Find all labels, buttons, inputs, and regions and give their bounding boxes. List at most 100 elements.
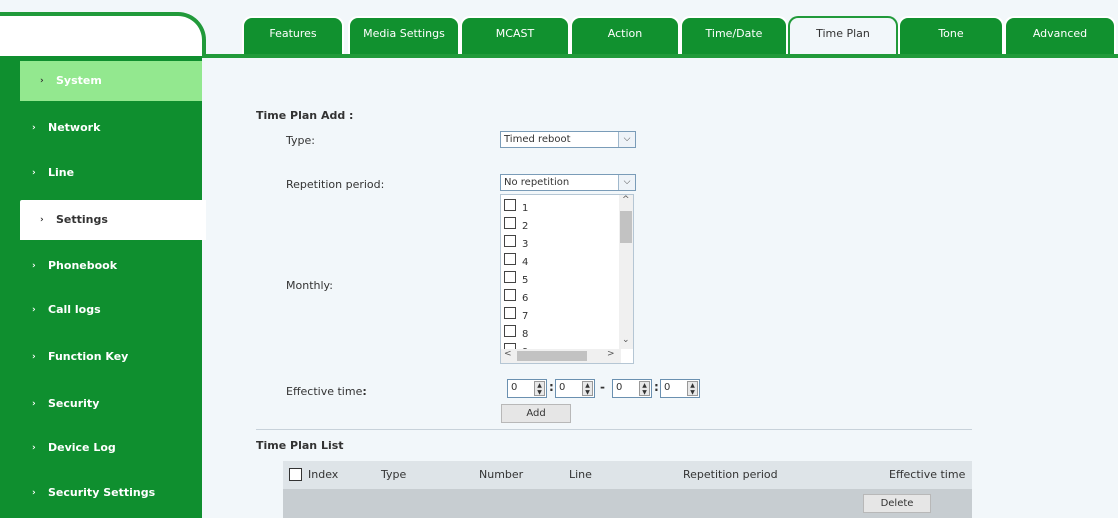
day-checkbox[interactable]: [504, 307, 516, 319]
select-all-checkbox[interactable]: [289, 468, 302, 481]
start-hour-spinner[interactable]: 0 ▲ ▼: [507, 379, 547, 398]
column-header-index: Index: [308, 468, 339, 481]
add-button[interactable]: Add: [501, 404, 571, 423]
sidebar-item-settings[interactable]: › Settings: [20, 200, 206, 240]
scroll-down-icon[interactable]: ⌄: [622, 335, 630, 345]
chevron-right-icon: ›: [32, 168, 36, 178]
sidebar-item-device-log[interactable]: › Device Log: [0, 428, 202, 468]
sidebar-item-label: Function Key: [48, 350, 129, 363]
column-header-line: Line: [569, 468, 592, 481]
tab-mcast[interactable]: MCAST: [460, 16, 570, 58]
chevron-right-icon: ›: [32, 305, 36, 315]
chevron-right-icon: ›: [32, 443, 36, 453]
chevron-right-icon: ›: [40, 215, 44, 225]
spin-arrows-icon[interactable]: ▲ ▼: [639, 381, 650, 396]
type-select-value: Timed reboot: [504, 134, 571, 145]
sidebar-item-security-settings[interactable]: › Security Settings: [0, 473, 202, 513]
column-header-number: Number: [479, 468, 524, 481]
start-minute-spinner[interactable]: 0 ▲ ▼: [555, 379, 595, 398]
day-checkbox[interactable]: [504, 217, 516, 229]
effective-time-label: Effective time:: [286, 385, 367, 398]
sidebar-item-security[interactable]: › Security: [0, 384, 202, 424]
effective-time-text: Effective time: [286, 385, 363, 398]
sidebar-item-label: Security Settings: [48, 486, 156, 499]
chevron-right-icon: ›: [32, 123, 36, 133]
day-checkbox[interactable]: [504, 199, 516, 211]
tab-action[interactable]: Action: [570, 16, 680, 58]
tab-time-date[interactable]: Time/Date: [680, 16, 788, 58]
tab-tone[interactable]: Tone: [898, 16, 1004, 58]
chevron-down-icon: ⌵: [618, 132, 635, 147]
sidebar-header: [0, 12, 206, 58]
sidebar-item-label: Settings: [56, 213, 108, 226]
column-header-repetition-period: Repetition period: [683, 468, 778, 481]
sidebar-item-call-logs[interactable]: › Call logs: [0, 290, 202, 330]
time-dash: -: [600, 380, 605, 394]
scroll-thumb[interactable]: [620, 211, 632, 243]
sidebar-item-system[interactable]: › System: [20, 61, 202, 101]
day-checkbox[interactable]: [504, 325, 516, 337]
sidebar-item-label: System: [56, 74, 102, 87]
start-minute-value: 0: [559, 382, 566, 393]
start-hour-value: 0: [511, 382, 518, 393]
type-label: Type:: [286, 134, 315, 147]
sidebar-item-line[interactable]: › Line: [0, 153, 202, 193]
tab-media-settings[interactable]: Media Settings: [348, 16, 460, 58]
sidebar-item-network[interactable]: › Network: [0, 108, 202, 148]
type-select[interactable]: Timed reboot ⌵: [500, 131, 636, 148]
spin-arrows-icon[interactable]: ▲ ▼: [534, 381, 545, 396]
repetition-period-select[interactable]: No repetition ⌵: [500, 174, 636, 191]
day-checkbox[interactable]: [504, 271, 516, 283]
day-checkbox[interactable]: [504, 235, 516, 247]
column-header-type: Type: [381, 468, 407, 481]
main-content: Time Plan Add : Type: Timed reboot ⌵ Rep…: [206, 58, 1118, 518]
sidebar-item-function-key[interactable]: › Function Key: [0, 337, 202, 377]
sidebar-item-label: Network: [48, 121, 101, 134]
tab-features[interactable]: Features: [242, 16, 344, 58]
repetition-period-label: Repetition period:: [286, 178, 385, 191]
tab-bar: Features Media Settings MCAST Action Tim…: [206, 10, 1118, 58]
vertical-scrollbar[interactable]: ^ ⌄: [619, 195, 633, 349]
horizontal-scrollbar[interactable]: < >: [501, 349, 621, 363]
monthly-label: Monthly:: [286, 279, 333, 292]
sidebar-item-label: Call logs: [48, 303, 101, 316]
time-colon: :: [654, 380, 659, 394]
chevron-right-icon: ›: [32, 488, 36, 498]
sidebar: › System › Network › Line › Settings › P…: [0, 0, 206, 518]
chevron-down-icon: ⌵: [618, 175, 635, 190]
column-header-effective-time: Effective time: [889, 468, 966, 481]
scroll-thumb[interactable]: [517, 351, 587, 361]
chevron-right-icon: ›: [40, 76, 44, 86]
time-plan-table-footer: Delete: [283, 489, 972, 518]
sidebar-item-label: Device Log: [48, 441, 116, 454]
tab-time-plan[interactable]: Time Plan: [788, 16, 898, 58]
day-checkbox[interactable]: [504, 289, 516, 301]
sidebar-item-label: Line: [48, 166, 75, 179]
end-minute-value: 0: [664, 382, 671, 393]
spin-arrows-icon[interactable]: ▲ ▼: [687, 381, 698, 396]
sidebar-item-phonebook[interactable]: › Phonebook: [0, 246, 202, 286]
day-checkbox[interactable]: [504, 253, 516, 265]
monthly-day-listbox[interactable]: 1 2 3 4 5 6 7 8 9 ^ ⌄ < >: [500, 194, 634, 364]
end-hour-value: 0: [616, 382, 623, 393]
chevron-right-icon: ›: [32, 352, 36, 362]
time-plan-table-header: Index Type Number Line Repetition period…: [283, 461, 972, 489]
end-hour-spinner[interactable]: 0 ▲ ▼: [612, 379, 652, 398]
time-plan-list-title: Time Plan List: [256, 439, 344, 452]
effective-time-colon: :: [362, 385, 367, 398]
tab-advanced[interactable]: Advanced: [1004, 16, 1116, 58]
time-plan-add-title: Time Plan Add :: [256, 109, 354, 122]
chevron-right-icon: ›: [32, 399, 36, 409]
sidebar-item-label: Phonebook: [48, 259, 118, 272]
end-minute-spinner[interactable]: 0 ▲ ▼: [660, 379, 700, 398]
scroll-left-icon[interactable]: <: [504, 349, 512, 359]
scroll-right-icon[interactable]: >: [607, 349, 615, 359]
repetition-period-value: No repetition: [504, 177, 570, 188]
divider: [256, 429, 972, 430]
sidebar-item-label: Security: [48, 397, 100, 410]
time-colon: :: [549, 380, 554, 394]
spin-arrows-icon[interactable]: ▲ ▼: [582, 381, 593, 396]
chevron-right-icon: ›: [32, 261, 36, 271]
delete-button[interactable]: Delete: [863, 494, 931, 513]
scroll-up-icon[interactable]: ^: [622, 195, 630, 205]
